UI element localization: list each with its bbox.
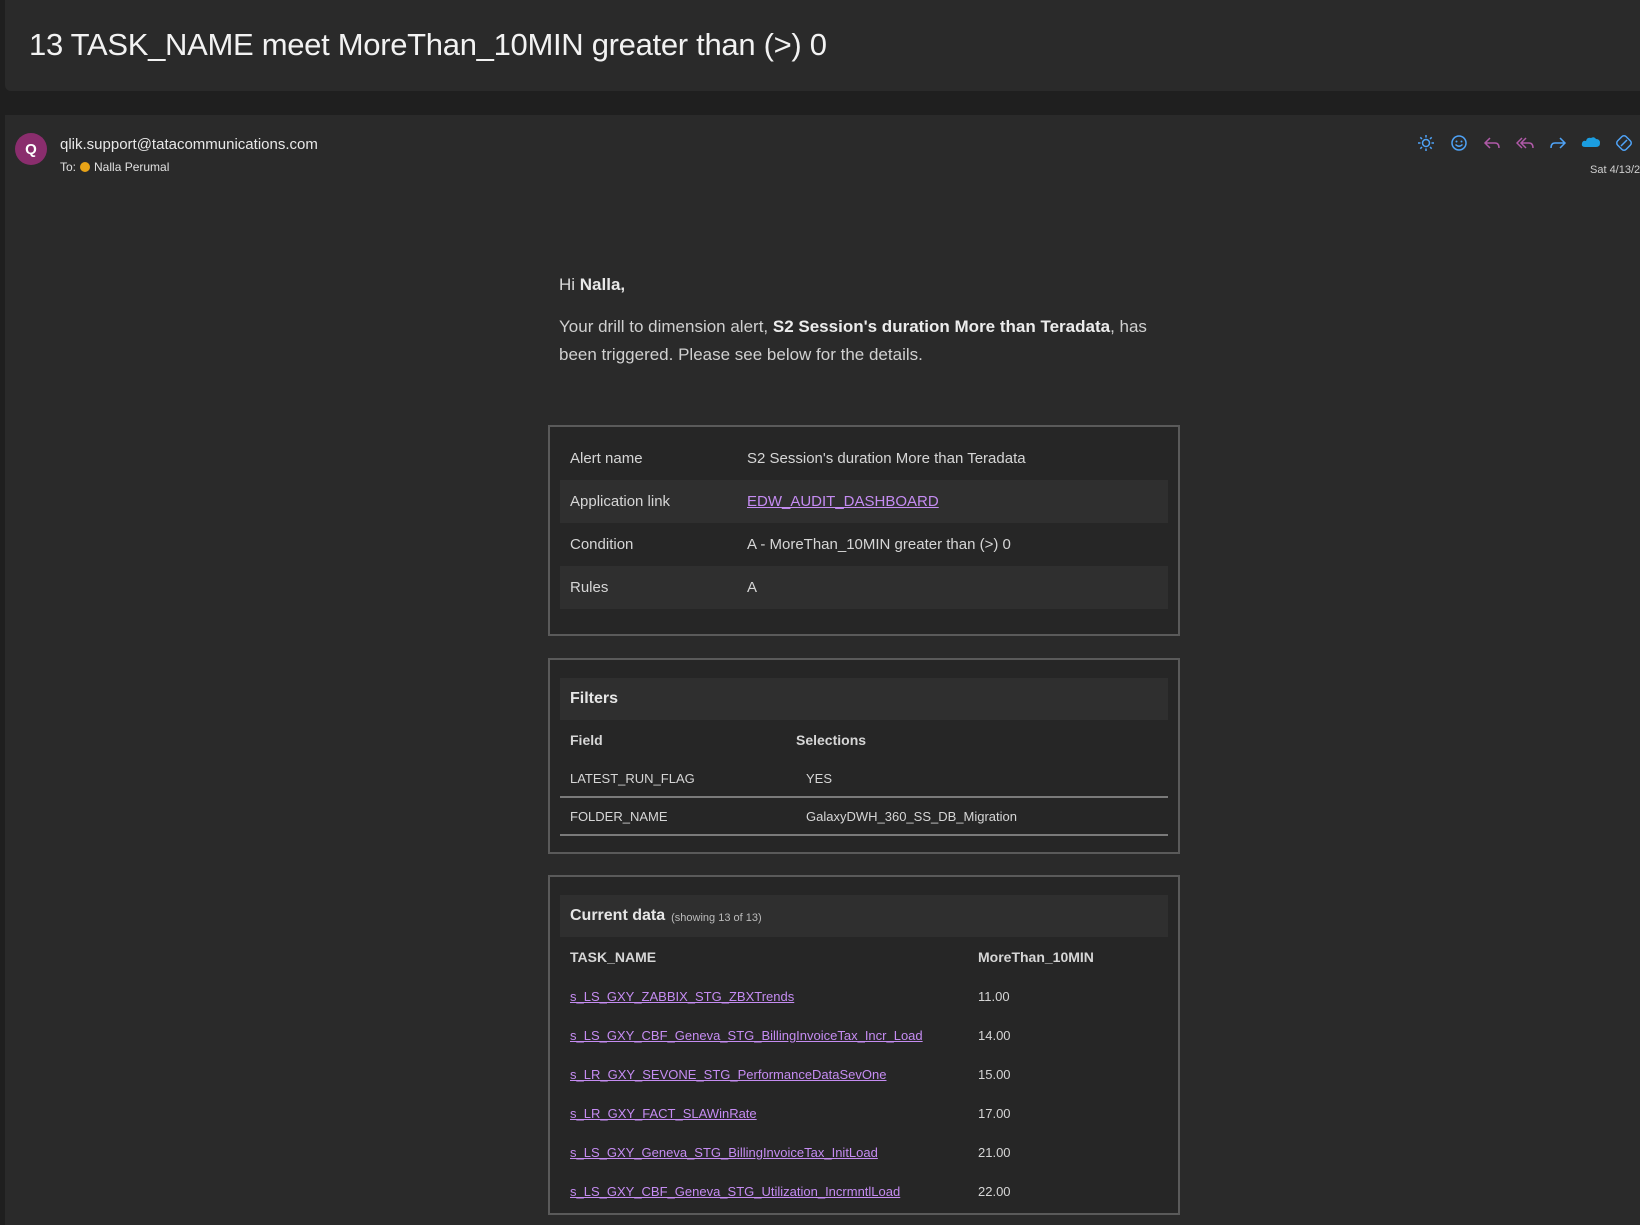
data-row: s_LS_GXY_CBF_Geneva_STG_Utilization_Incr… <box>560 1172 1168 1211</box>
col-task-name: TASK_NAME <box>570 949 657 965</box>
avatar[interactable]: Q <box>15 133 47 165</box>
current-data-title: Current data (showing 13 of 13) <box>560 895 1168 937</box>
application-link[interactable]: EDW_AUDIT_DASHBOARD <box>747 493 939 510</box>
task-value: 21.00 <box>978 1145 1011 1160</box>
alert-key: Application link <box>570 493 671 510</box>
alert-row-condition: Condition A - MoreThan_10MIN greater tha… <box>560 523 1168 566</box>
emoji-icon[interactable] <box>1448 132 1470 154</box>
alert-row-name: Alert name S2 Session's duration More th… <box>560 437 1168 480</box>
col-more-than-10min: MoreThan_10MIN <box>978 949 1094 965</box>
subject-bar: 13 TASK_NAME meet MoreThan_10MIN greater… <box>5 0 1640 91</box>
reply-all-icon[interactable] <box>1514 132 1536 154</box>
reply-icon[interactable] <box>1481 132 1503 154</box>
forward-icon[interactable] <box>1547 132 1569 154</box>
alert-row-rules: Rules A <box>560 566 1168 609</box>
sender-address[interactable]: qlik.support@tatacommunications.com <box>60 136 318 153</box>
task-link[interactable]: s_LR_GXY_SEVONE_STG_PerformanceDataSevOn… <box>570 1067 978 1082</box>
task-link[interactable]: s_LR_GXY_FACT_SLAWinRate <box>570 1106 978 1121</box>
alert-key: Alert name <box>570 450 643 467</box>
current-data-card: Current data (showing 13 of 13) TASK_NAM… <box>548 875 1180 1215</box>
greeting-name: Nalla, <box>579 275 626 294</box>
link-icon[interactable] <box>1613 132 1635 154</box>
filters-title: Filters <box>560 678 1168 720</box>
task-value: 22.00 <box>978 1184 1011 1199</box>
filters-col-selections: Selections <box>796 732 867 748</box>
data-row: s_LR_GXY_SEVONE_STG_PerformanceDataSevOn… <box>560 1055 1168 1094</box>
presence-icon <box>80 162 91 172</box>
alert-key: Rules <box>570 579 609 596</box>
filters-header: Field Selections <box>560 720 1168 760</box>
task-link[interactable]: s_LS_GXY_ZABBIX_STG_ZBXTrends <box>570 989 978 1004</box>
recipient-name[interactable]: Nalla Perumal <box>94 160 169 174</box>
filter-field: LATEST_RUN_FLAG <box>570 770 695 786</box>
task-value: 14.00 <box>978 1028 1011 1043</box>
task-link[interactable]: s_LS_GXY_CBF_Geneva_STG_BillingInvoiceTa… <box>570 1028 978 1043</box>
greeting-prefix: Hi <box>559 275 580 294</box>
salesforce-icon[interactable] <box>1580 132 1602 154</box>
data-row: s_LR_GXY_FACT_SLAWinRate 17.00 <box>560 1094 1168 1133</box>
filters-card: Filters Field Selections LATEST_RUN_FLAG… <box>548 658 1180 854</box>
task-link[interactable]: s_LS_GXY_Geneva_STG_BillingInvoiceTax_In… <box>570 1145 978 1160</box>
email-body: Hi Nalla, Your drill to dimension alert,… <box>553 275 1193 369</box>
message-date: Sat 4/13/2 <box>1590 164 1640 176</box>
current-data-label: Current data <box>570 907 666 924</box>
current-data-subtitle: (showing 13 of 13) <box>671 911 762 924</box>
filter-selection: YES <box>806 770 833 786</box>
alert-value: S2 Session's duration More than Teradata <box>747 450 1026 467</box>
alert-key: Condition <box>570 536 634 553</box>
filter-row: FOLDER_NAME GalaxyDWH_360_SS_DB_Migratio… <box>560 798 1168 836</box>
filter-row: LATEST_RUN_FLAG YES <box>560 760 1168 798</box>
task-value: 15.00 <box>978 1067 1011 1082</box>
intro-prefix: Your drill to dimension alert, <box>559 317 773 336</box>
sun-icon[interactable] <box>1415 132 1437 154</box>
message-toolbar <box>1415 132 1635 154</box>
task-value: 17.00 <box>978 1106 1011 1121</box>
alert-value: A - MoreThan_10MIN greater than (>) 0 <box>747 536 1011 553</box>
greeting: Hi Nalla, <box>559 275 1193 295</box>
email-subject: 13 TASK_NAME meet MoreThan_10MIN greater… <box>29 27 827 62</box>
alert-details-card: Alert name S2 Session's duration More th… <box>548 425 1180 636</box>
alert-value: A <box>747 579 758 596</box>
intro-alert-name: S2 Session's duration More than Teradata <box>772 317 1111 336</box>
data-row: s_LS_GXY_Geneva_STG_BillingInvoiceTax_In… <box>560 1133 1168 1172</box>
data-row: s_LS_GXY_CBF_Geneva_STG_BillingInvoiceTa… <box>560 1016 1168 1055</box>
to-label: To: <box>60 160 77 174</box>
current-data-header: TASK_NAME MoreThan_10MIN <box>560 937 1168 977</box>
intro-paragraph: Your drill to dimension alert, S2 Sessio… <box>559 313 1159 369</box>
data-row: s_LS_GXY_ZABBIX_STG_ZBXTrends 11.00 <box>560 977 1168 1016</box>
recipient-line: To: Nalla Perumal <box>60 160 169 174</box>
alert-row-app-link: Application link EDW_AUDIT_DASHBOARD <box>560 480 1168 523</box>
filter-selection: GalaxyDWH_360_SS_DB_Migration <box>806 808 1017 824</box>
task-value: 11.00 <box>978 989 1010 1004</box>
filter-field: FOLDER_NAME <box>570 808 668 824</box>
task-link[interactable]: s_LS_GXY_CBF_Geneva_STG_Utilization_Incr… <box>570 1184 978 1199</box>
filters-col-field: Field <box>570 732 603 748</box>
